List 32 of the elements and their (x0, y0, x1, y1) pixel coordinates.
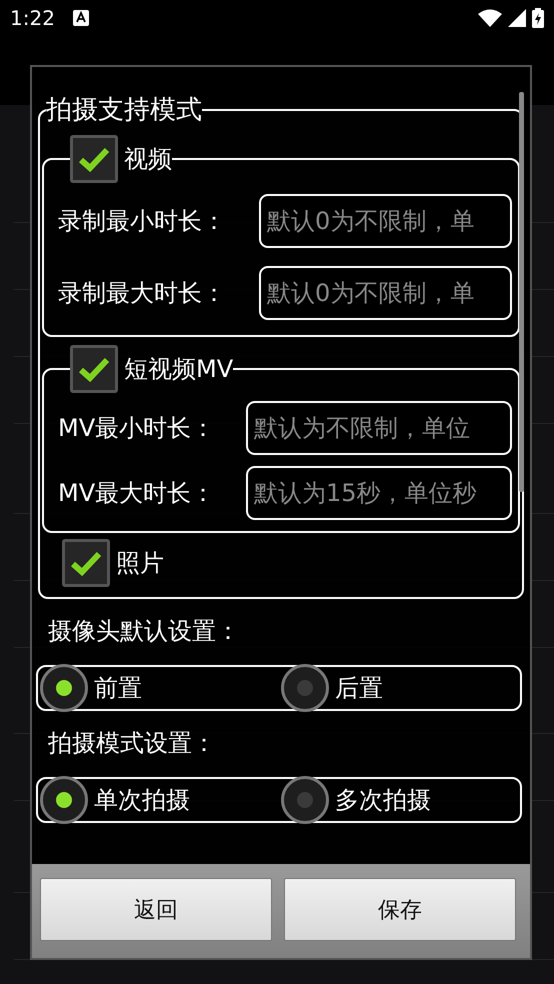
keyboard-icon (72, 10, 89, 26)
radio-option[interactable]: 多次拍摄 (279, 776, 520, 824)
input-field[interactable]: 默认为不限制，单位 (246, 400, 512, 454)
scrollbar[interactable] (519, 92, 524, 492)
field-label: 录制最大时长： (58, 278, 226, 309)
check-icon (78, 356, 110, 382)
field-label: MV最大时长： (58, 478, 216, 508)
input-field[interactable]: 默认0为不限制，单 (259, 194, 512, 248)
radio-option[interactable]: 后置 (279, 664, 520, 712)
field-label: 录制最小时长： (58, 206, 226, 237)
status-time: 1:22 (10, 6, 55, 30)
battery-icon (532, 8, 544, 28)
checkbox-label: 短视频MV (124, 354, 234, 385)
input-field[interactable]: 默认为15秒，单位秒 (246, 466, 512, 520)
checkbox-label: 视频 (124, 144, 172, 175)
back-button[interactable]: 返回 (40, 878, 272, 941)
radio-option[interactable]: 单次拍摄 (38, 776, 279, 824)
group-title: 拍摄支持模式 (46, 94, 202, 127)
checkbox[interactable] (70, 135, 118, 183)
check-icon (78, 146, 110, 172)
checkbox[interactable] (62, 539, 110, 587)
setting-title: 拍摄模式设置： (48, 728, 217, 759)
check-icon (70, 550, 102, 576)
setting-title: 摄像头默认设置： (48, 616, 241, 647)
radio-option[interactable]: 前置 (38, 664, 279, 712)
field-label: MV最小时长： (58, 412, 216, 444)
checkbox[interactable] (70, 345, 118, 393)
checkbox-label: 照片 (116, 548, 164, 579)
wifi-icon (478, 9, 502, 27)
input-field[interactable]: 默认0为不限制，单 (259, 266, 512, 320)
save-button[interactable]: 保存 (284, 878, 516, 941)
signal-icon (508, 9, 526, 27)
